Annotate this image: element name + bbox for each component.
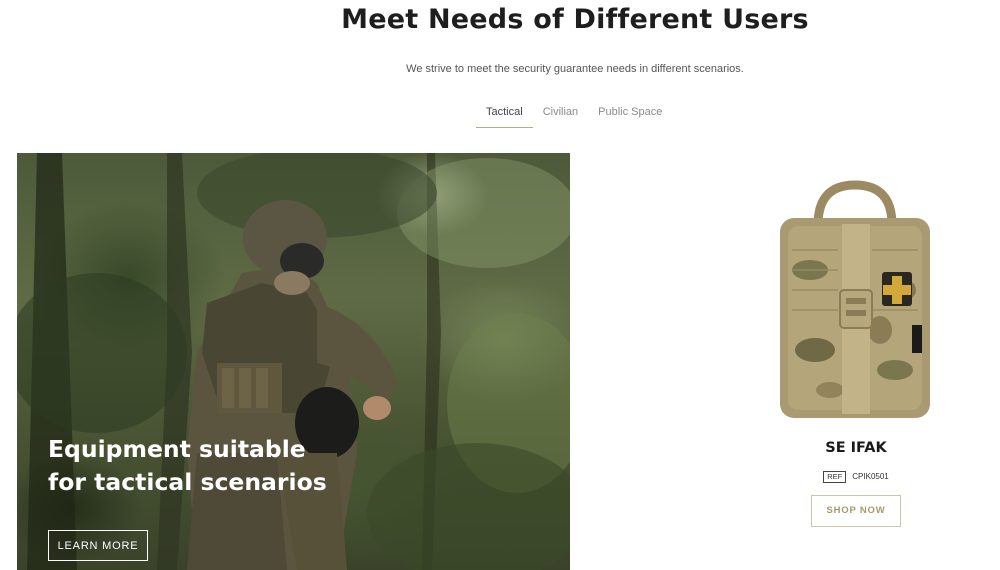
section-title: Meet Needs of Different Users <box>341 4 809 35</box>
tab-tactical[interactable]: Tactical <box>476 100 533 128</box>
product-name: SE IFAK <box>825 440 887 456</box>
tactical-hero-banner: Equipment suitable for tactical scenario… <box>17 153 570 570</box>
ref-code: CPIK0501 <box>852 472 889 481</box>
tab-public-space[interactable]: Public Space <box>588 100 672 127</box>
ref-badge: REF <box>823 471 847 483</box>
tab-civilian[interactable]: Civilian <box>533 100 588 127</box>
learn-more-button[interactable]: LEARN MORE <box>48 530 148 561</box>
soldier-scene-image <box>17 153 570 570</box>
hero-headline: Equipment suitable for tactical scenario… <box>48 435 327 496</box>
product-ref: REF CPIK0501 <box>756 471 956 483</box>
scenario-tabs: Tactical Civilian Public Space <box>476 100 672 130</box>
section-subtitle: We strive to meet the security guarantee… <box>406 63 744 75</box>
shop-now-button[interactable]: SHOP NOW <box>811 495 901 527</box>
product-image[interactable] <box>770 180 940 425</box>
ifak-pouch-image <box>780 180 930 418</box>
